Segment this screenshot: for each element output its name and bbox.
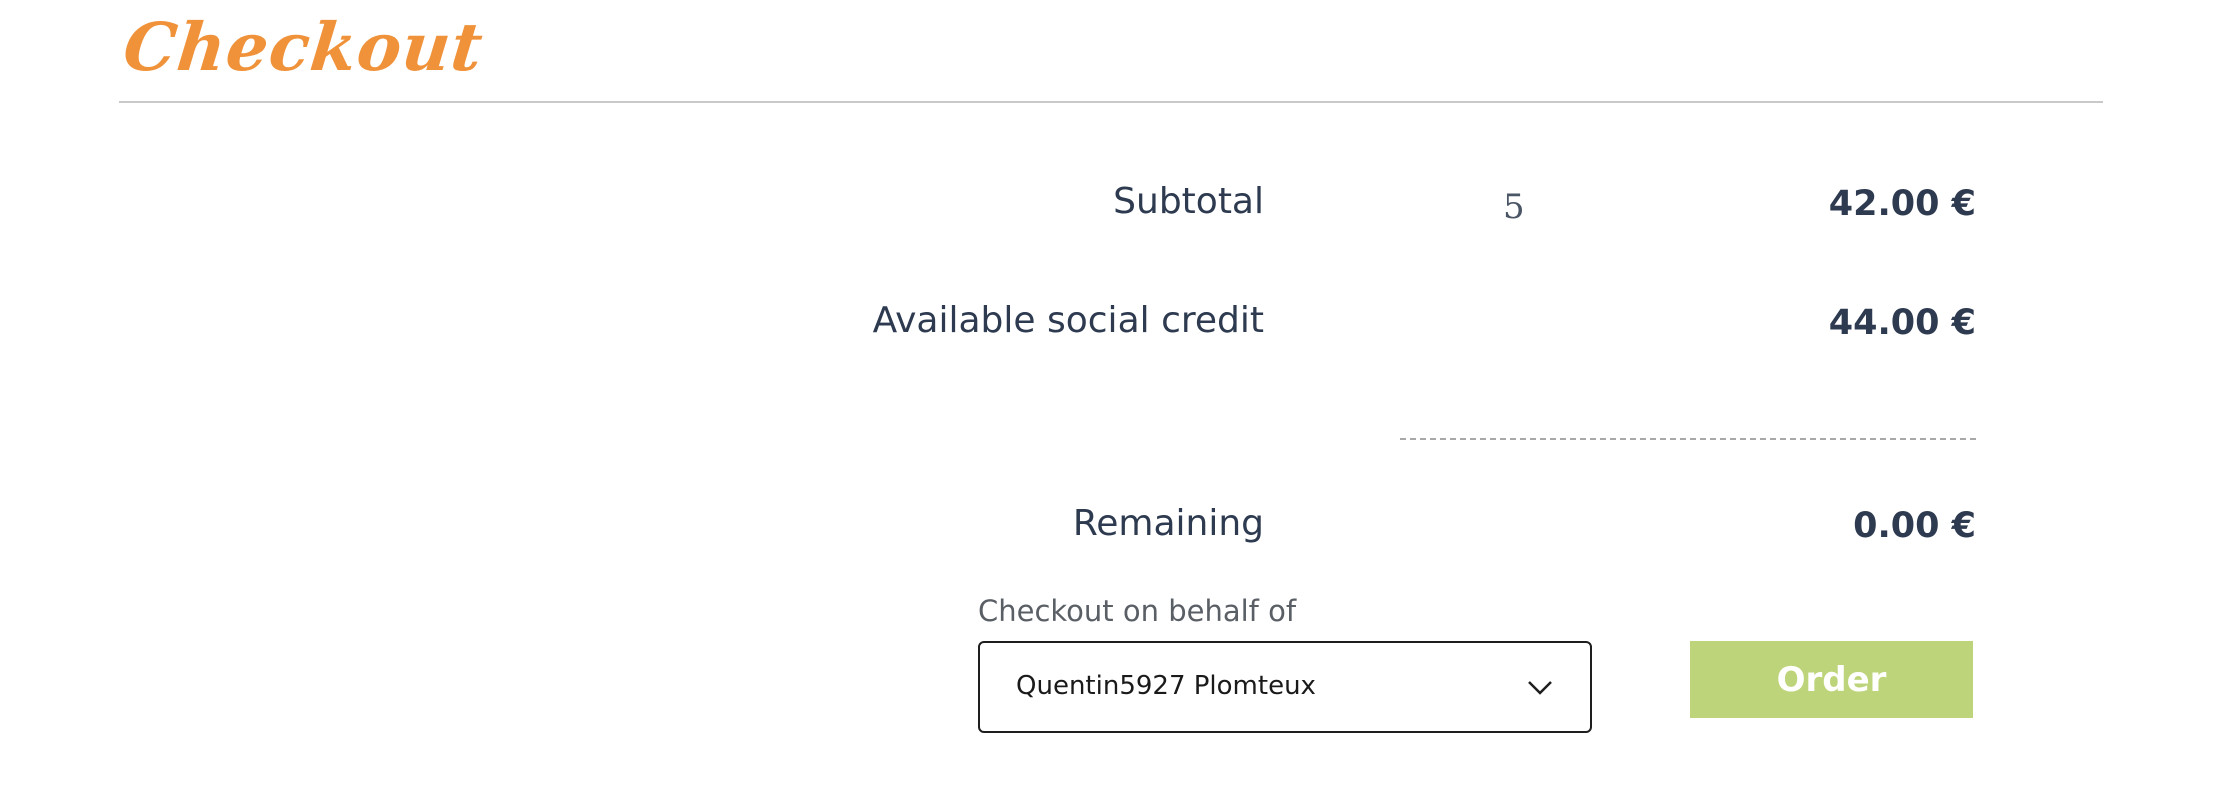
- title-divider: [119, 101, 2103, 103]
- social-credit-amount: 44.00 €: [1828, 303, 1976, 343]
- behalf-selected-value: Quentin5927 Plomteux: [1016, 671, 1316, 701]
- subtotal-amount: 42.00 €: [1828, 184, 1976, 224]
- behalf-select[interactable]: Quentin5927 Plomteux: [978, 641, 1592, 733]
- behalf-label: Checkout on behalf of: [978, 594, 1297, 628]
- chevron-down-icon: [1528, 681, 1552, 695]
- social-credit-label: Available social credit: [872, 300, 1264, 341]
- summary-divider: [1400, 438, 1976, 440]
- order-button[interactable]: Order: [1690, 641, 1973, 718]
- subtotal-quantity: 5: [1503, 187, 1525, 227]
- remaining-amount: 0.00 €: [1853, 506, 1976, 546]
- remaining-label: Remaining: [1072, 503, 1264, 544]
- page-title: Checkout: [119, 8, 488, 86]
- checkout-page: Checkout Subtotal 5 42.00 € Available so…: [0, 0, 2214, 790]
- subtotal-label: Subtotal: [1113, 181, 1264, 222]
